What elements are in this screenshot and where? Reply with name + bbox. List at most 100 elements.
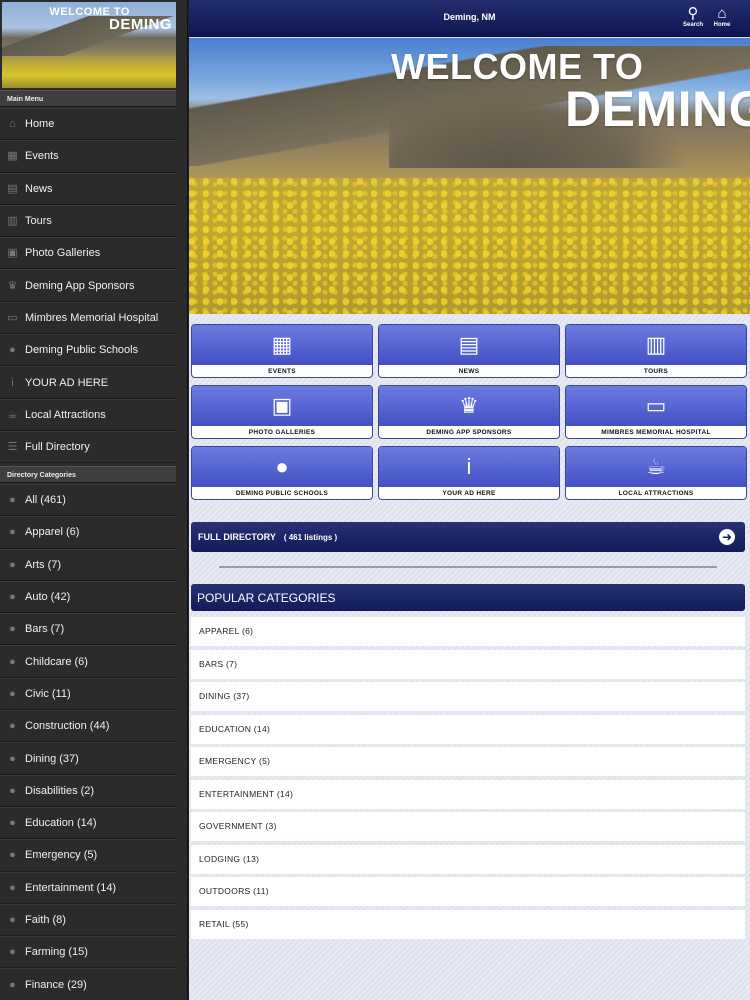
popular-category-item[interactable]: GOVERNMENT (3)	[191, 812, 745, 841]
directory-item-label: Bars (7)	[25, 623, 65, 636]
tile-label: LOCAL ATTRACTIONS	[618, 490, 694, 497]
popular-categories-list: APPAREL (6) BARS (7) DINING (37) EDUCATION …	[191, 617, 745, 942]
football-icon: ●	[9, 344, 16, 357]
directory-item[interactable]: ● Arts (7)	[0, 548, 176, 581]
directory-item[interactable]: ● Apparel (6)	[0, 516, 176, 549]
calendar-icon: ▦	[7, 150, 18, 163]
directory-item[interactable]: ● Faith (8)	[0, 903, 176, 937]
house-icon: ⌂	[717, 5, 727, 22]
full-directory-button[interactable]: FULL DIRECTORY ( 461 listings ) ➜	[191, 522, 745, 552]
home-button-label: Home	[713, 22, 731, 28]
tile-label: YOUR AD HERE	[442, 490, 496, 497]
divider	[219, 566, 717, 568]
map-icon: ▥	[645, 332, 667, 357]
full-directory-count: ( 461 listings )	[283, 532, 338, 542]
circle-icon: ●	[9, 978, 16, 991]
sidebar-item-mimbres-memorial-hospital[interactable]: ▭ Mimbres Memorial Hospital	[0, 301, 176, 335]
sidebar-item-full-directory[interactable]: ☰ Full Directory	[0, 430, 176, 464]
sidebar-item-label: News	[25, 182, 53, 195]
circle-icon: ●	[9, 849, 16, 862]
sidebar-item-news[interactable]: ▤ News	[0, 172, 176, 205]
directory-item[interactable]: ● Education (14)	[0, 806, 176, 840]
sidebar-item-label: Home	[25, 118, 55, 131]
sign-icon: ▭	[7, 311, 18, 324]
drink-icon: ☕	[646, 454, 666, 479]
circle-icon: ●	[9, 946, 16, 959]
popular-category-item[interactable]: BARS (7)	[191, 649, 745, 679]
directory-item-label: Auto (42)	[25, 591, 71, 604]
sidebar-banner-image: WELCOME TO DEMING	[2, 2, 176, 88]
directory-item[interactable]: ● Disabilities (2)	[0, 774, 176, 807]
search-icon: ⚲	[687, 5, 699, 22]
popular-category-item[interactable]: OUTDOORS (11)	[191, 877, 745, 906]
tile-deming-public-schools[interactable]: ● DEMING PUBLIC SCHOOLS	[191, 446, 373, 500]
directory-item[interactable]: ● Finance (29)	[0, 968, 176, 1000]
sidebar-item-tours[interactable]: ▥ Tours	[0, 204, 176, 238]
sidebar-item-label: Deming Public Schools	[25, 344, 139, 357]
circle-icon: ●	[9, 591, 16, 604]
sidebar-item-label: Mimbres Memorial Hospital	[25, 311, 159, 324]
directory-item-label: Arts (7)	[25, 558, 62, 571]
popular-category-item[interactable]: RETAIL (55)	[191, 909, 745, 939]
sidebar-item-label: Events	[25, 150, 59, 163]
sidebar-item-events[interactable]: ▦ Events	[0, 140, 176, 173]
newspaper-icon: ▤	[458, 332, 480, 357]
photo-icon: ▣	[271, 393, 293, 418]
directory-item[interactable]: ● Dining (37)	[0, 742, 176, 775]
sidebar-banner-line2: DEMING	[109, 16, 172, 33]
sidebar-item-label: Local Attractions	[25, 408, 106, 421]
sidebar-item-home[interactable]: ⌂ Home	[0, 108, 176, 141]
sidebar-item-label: Deming App Sponsors	[25, 279, 135, 292]
sign-icon: ▭	[645, 393, 667, 418]
popular-category-item[interactable]: APPAREL (6)	[191, 617, 745, 646]
directory-item-label: Education (14)	[25, 817, 97, 830]
sidebar-item-deming-app-sponsors[interactable]: ♛ Deming App Sponsors	[0, 269, 176, 302]
directory-item[interactable]: ● Bars (7)	[0, 613, 176, 646]
full-directory-label: FULL DIRECTORY	[198, 532, 276, 542]
sidebar-item-local-attractions[interactable]: ☕ Local Attractions	[0, 398, 176, 431]
tile-events[interactable]: ▦ EVENTS	[191, 324, 373, 378]
tile-deming-app-sponsors[interactable]: ♛ DEMING APP SPONSORS	[378, 385, 560, 439]
popular-category-item[interactable]: ENTERTAINMENT (14)	[191, 779, 745, 809]
circle-icon: ●	[9, 914, 16, 926]
sidebar-item-photo-galleries[interactable]: ▣ Photo Galleries	[0, 237, 176, 270]
directory-item[interactable]: ● Childcare (6)	[0, 645, 176, 678]
tile-photo-galleries[interactable]: ▣ PHOTO GALLERIES	[191, 385, 373, 439]
tile-mimbres-memorial-hospital[interactable]: ▭ MIMBRES MEMORIAL HOSPITAL	[565, 385, 747, 439]
crown-icon: ♛	[7, 279, 18, 292]
circle-icon: ●	[9, 720, 16, 733]
tile-label: TOURS	[643, 368, 669, 375]
tile-label: PHOTO GALLERIES	[248, 429, 316, 436]
directory-categories-header: Directory Categories	[0, 466, 176, 483]
directory-item[interactable]: ● Entertainment (14)	[0, 871, 176, 904]
main-content: Deming, NM ⚲ Search ⌂ Home WELCOME TO DE…	[189, 0, 750, 1000]
tile-label: NEWS	[458, 368, 480, 375]
circle-icon: ●	[9, 784, 16, 797]
home-button[interactable]: ⌂ Home	[709, 5, 735, 33]
popular-category-item[interactable]: EMERGENCY (5)	[191, 747, 745, 776]
directory-item[interactable]: ● Construction (44)	[0, 710, 176, 743]
directory-item[interactable]: ● Farming (15)	[0, 936, 176, 969]
tile-tours[interactable]: ▥ TOURS	[565, 324, 747, 378]
directory-item[interactable]: ● All (461)	[0, 484, 176, 517]
tile-your-ad-here[interactable]: i YOUR AD HERE	[378, 446, 560, 500]
sidebar-item-deming-public-schools[interactable]: ● Deming Public Schools	[0, 334, 176, 367]
directory-item[interactable]: ● Auto (42)	[0, 580, 176, 614]
sidebar-item-your-ad-here[interactable]: i YOUR AD HERE	[0, 366, 176, 399]
hero-line2: DEMING	[565, 81, 750, 137]
circle-icon: ●	[9, 881, 16, 894]
directory-item-label: Faith (8)	[25, 914, 66, 926]
directory-item[interactable]: ● Emergency (5)	[0, 839, 176, 872]
search-button[interactable]: ⚲ Search	[680, 5, 706, 33]
popular-category-item[interactable]: EDUCATION (14)	[191, 714, 745, 744]
info-icon: i	[11, 376, 14, 389]
directory-item[interactable]: ● Civic (11)	[0, 677, 176, 711]
popular-category-item[interactable]: LODGING (13)	[191, 844, 745, 874]
popular-category-item[interactable]: DINING (37)	[191, 682, 745, 711]
photo-icon: ▣	[7, 247, 18, 260]
tile-news[interactable]: ▤ NEWS	[378, 324, 560, 378]
tile-local-attractions[interactable]: ☕ LOCAL ATTRACTIONS	[565, 446, 747, 500]
page-title: Deming, NM	[443, 12, 496, 22]
circle-icon: ●	[9, 558, 16, 571]
calendar-icon: ▦	[271, 332, 293, 357]
